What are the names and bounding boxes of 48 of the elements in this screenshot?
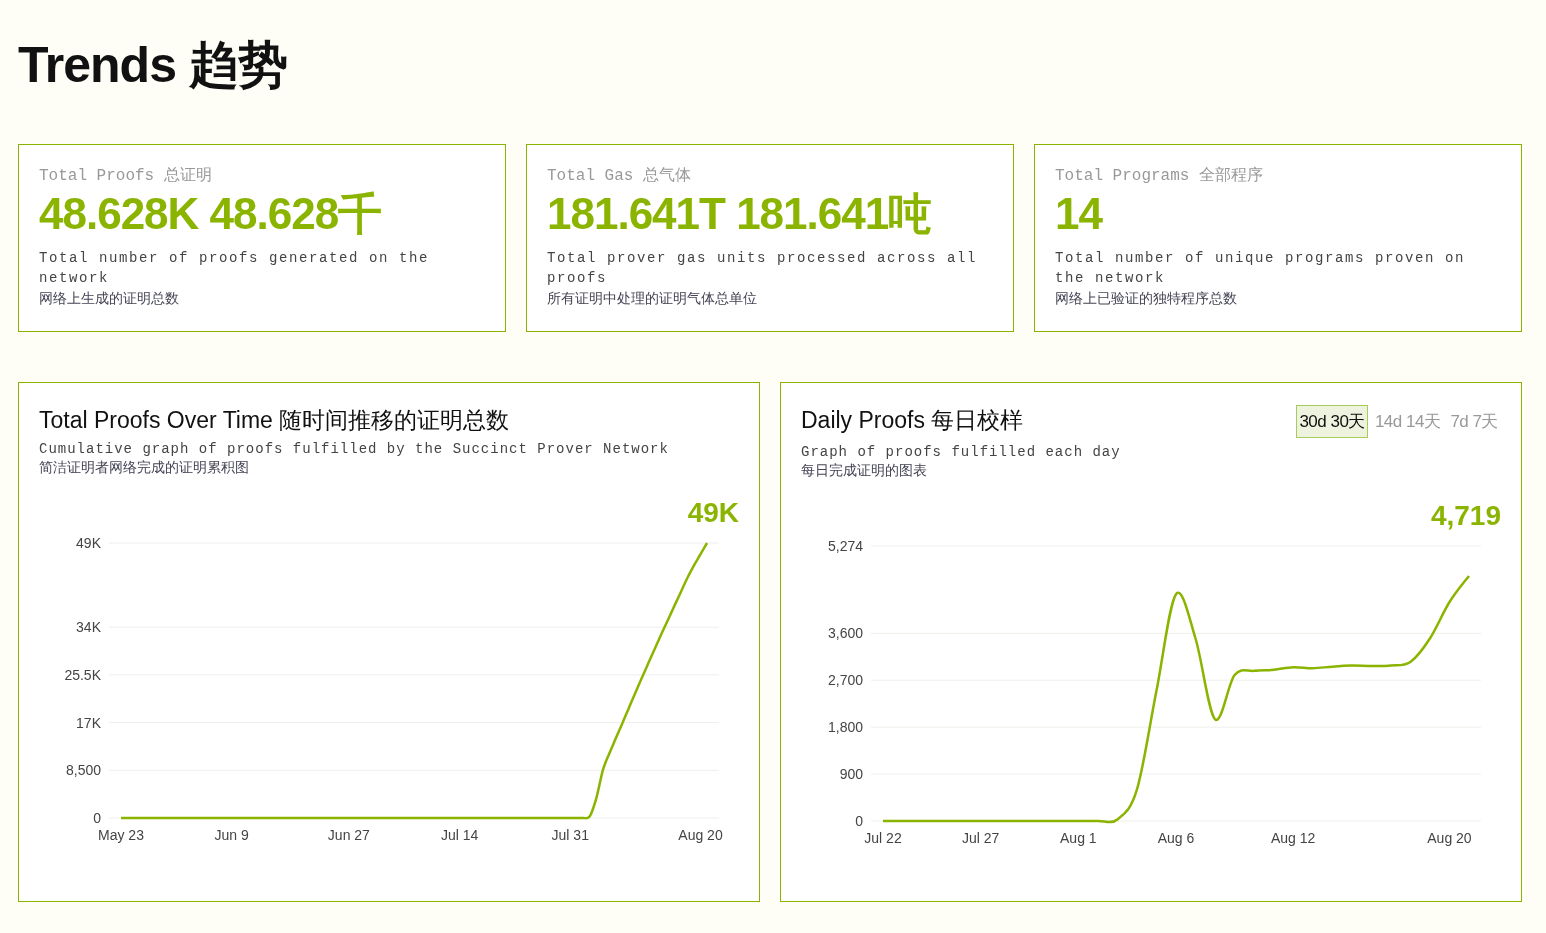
stat-label: Total Gas 总气体 <box>547 166 692 186</box>
stat-description: Total prover gas units processed across all proofs <box>547 249 979 288</box>
x-tick-label: Jun 9 <box>214 827 249 843</box>
page-title: Trends 趋势 <box>18 36 288 95</box>
x-tick-label: Jul 31 <box>551 827 589 843</box>
x-tick-label: Aug 20 <box>678 827 723 843</box>
stat-value: 48.628K 48.628千 <box>39 190 383 238</box>
stat-value: 14 <box>1055 190 1104 238</box>
y-tick-label: 900 <box>839 766 863 783</box>
y-tick-label: 8,500 <box>65 762 101 779</box>
y-tick-label: 34K <box>76 619 101 636</box>
stat-description: Total number of unique programs proven on the network <box>1055 249 1467 288</box>
range-tab[interactable]: 14d 14天 <box>1371 405 1444 438</box>
x-tick-label: Jul 22 <box>864 830 902 846</box>
y-tick-label: 2,700 <box>827 672 863 689</box>
y-tick-label: 49K <box>76 535 101 551</box>
y-tick-label: 5,274 <box>827 538 863 554</box>
x-tick-label: Aug 20 <box>1427 830 1472 846</box>
chart-headline-value: 4,719 <box>1430 500 1501 532</box>
x-tick-label: May 23 <box>98 827 144 843</box>
x-tick-label: Jul 14 <box>440 827 479 843</box>
x-tick-label: Aug 12 <box>1271 830 1316 846</box>
stat-label: Total Proofs 总证明 <box>39 166 213 186</box>
stat-value: 181.641T 181.641吨 <box>547 190 933 238</box>
x-tick-label: Aug 6 <box>1157 830 1195 846</box>
chart-subtitle: 每日完成证明的图表 <box>801 462 928 480</box>
range-tab[interactable]: 7d 7天 <box>1447 405 1501 438</box>
y-tick-label: 17K <box>76 714 101 731</box>
stat-description: 网络上生成的证明总数 <box>39 289 180 308</box>
y-tick-label: 25.5K <box>64 666 101 683</box>
x-tick-label: Jul 27 <box>962 830 1000 846</box>
chart-title: Daily Proofs 每日校样 <box>801 406 1024 435</box>
range-tab[interactable]: 30d 30天 <box>1296 405 1368 438</box>
y-tick-label: 0 <box>93 810 101 826</box>
y-tick-label: 3,600 <box>827 625 863 642</box>
y-tick-label: 1,800 <box>827 719 863 736</box>
chart-subtitle: 简洁证明者网络完成的证明累积图 <box>39 459 250 477</box>
stat-label: Total Programs 全部程序 <box>1055 165 1265 186</box>
chart-subtitle: Graph of proofs fulfilled each day <box>801 444 1122 460</box>
stat-description: 网络上已验证的独特程序总数 <box>1055 289 1238 308</box>
chart-title: Total Proofs Over Time 随时间推移的证明总数 <box>39 406 510 435</box>
chart-subtitle: Cumulative graph of proofs fulfilled by the Succinct Prover Network <box>39 441 670 457</box>
x-tick-label: Aug 1 <box>1060 830 1097 846</box>
chart-headline-value: 49K <box>687 497 739 529</box>
stat-description: 所有证明中处理的证明气体总单位 <box>547 289 758 308</box>
x-tick-label: Jun 27 <box>327 827 370 843</box>
stat-description: Total number of proofs generated on the network <box>39 249 431 288</box>
y-tick-label: 0 <box>855 813 863 829</box>
